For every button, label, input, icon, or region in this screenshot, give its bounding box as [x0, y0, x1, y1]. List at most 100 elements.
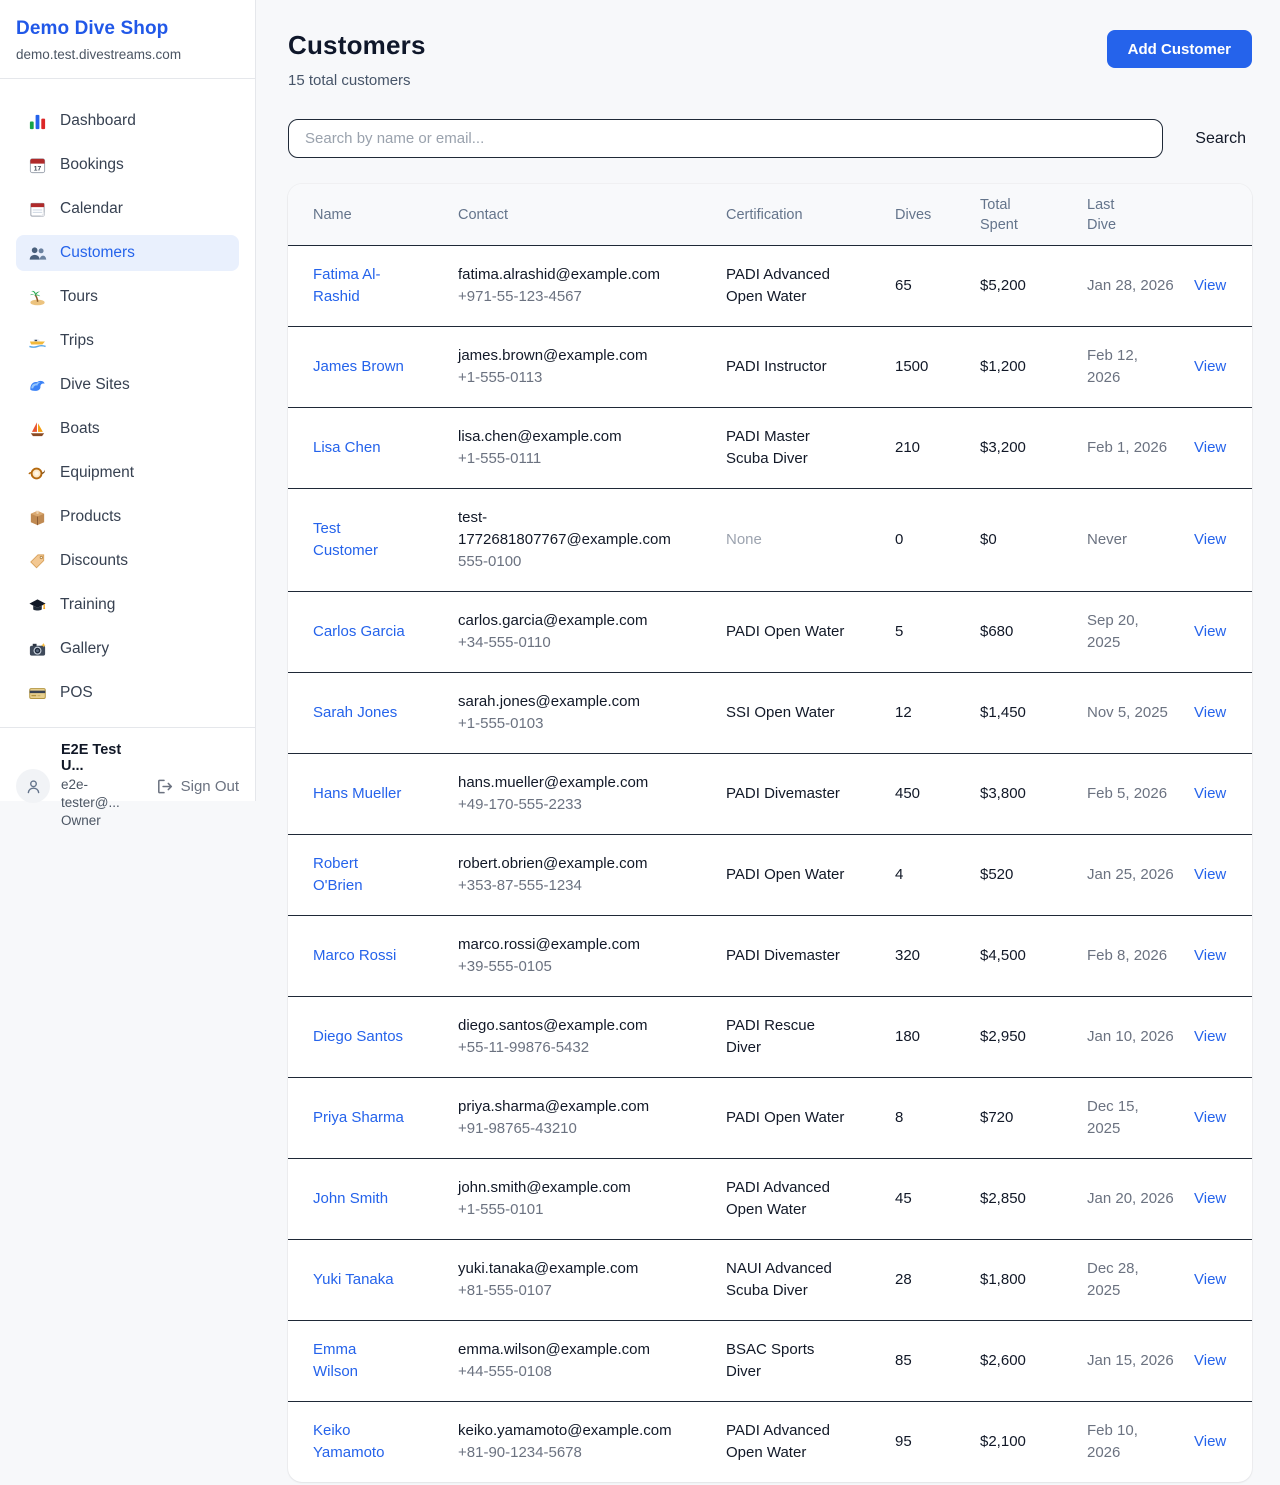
sidebar-nav: Dashboard 17 Bookings Calendar Customers…	[0, 79, 255, 727]
customer-total-spent: $2,600	[980, 1350, 1087, 1372]
customer-name-link[interactable]: Priya Sharma	[313, 1109, 404, 1126]
sidebar-item-trips[interactable]: Trips	[16, 323, 239, 359]
customer-dives: 85	[895, 1350, 980, 1372]
shop-domain: demo.test.divestreams.com	[16, 47, 239, 62]
customer-phone: +49-170-555-2233	[458, 794, 680, 816]
main-content: Customers 15 total customers Add Custome…	[256, 0, 1280, 1482]
customer-dives: 12	[895, 702, 980, 724]
sidebar-item-calendar[interactable]: Calendar	[16, 191, 239, 227]
customer-name-link[interactable]: Fatima Al-Rashid	[313, 266, 381, 305]
customer-name-link[interactable]: Marco Rossi	[313, 947, 396, 964]
view-customer-link[interactable]: View	[1194, 704, 1226, 721]
table-row: Priya Sharma priya.sharma@example.com +9…	[288, 1078, 1252, 1159]
table-row: Yuki Tanaka yuki.tanaka@example.com +81-…	[288, 1240, 1252, 1321]
view-customer-link[interactable]: View	[1194, 947, 1226, 964]
customer-phone: +44-555-0108	[458, 1361, 680, 1383]
search-input[interactable]	[288, 119, 1163, 158]
customer-phone: +34-555-0110	[458, 632, 680, 654]
sidebar-item-pos[interactable]: POS	[16, 675, 239, 711]
customer-name-link[interactable]: Lisa Chen	[313, 439, 381, 456]
customer-name-link[interactable]: Diego Santos	[313, 1028, 403, 1045]
sidebar-item-label: Bookings	[60, 156, 124, 174]
customer-total-spent: $520	[980, 864, 1087, 886]
sidebar-item-customers[interactable]: Customers	[16, 235, 239, 271]
table-row: James Brown james.brown@example.com +1-5…	[288, 327, 1252, 408]
sidebar-item-dashboard[interactable]: Dashboard	[16, 103, 239, 139]
view-customer-link[interactable]: View	[1194, 623, 1226, 640]
sidebar-item-equipment[interactable]: Equipment	[16, 455, 239, 491]
customer-name-link[interactable]: Keiko Yamamoto	[313, 1422, 384, 1461]
search-button[interactable]: Search	[1189, 126, 1252, 152]
tag-icon	[28, 552, 47, 571]
calendar-icon	[28, 200, 47, 219]
sidebar-item-label: Equipment	[60, 464, 134, 482]
customer-name-link[interactable]: Emma Wilson	[313, 1341, 358, 1380]
bookings-calendar-icon: 17	[28, 156, 47, 175]
shop-title: Demo Dive Shop	[16, 18, 239, 40]
view-customer-link[interactable]: View	[1194, 1433, 1226, 1450]
bar-chart-icon	[28, 112, 47, 131]
customer-name-link[interactable]: John Smith	[313, 1190, 388, 1207]
customer-name-link[interactable]: Yuki Tanaka	[313, 1271, 394, 1288]
customer-count: 15 total customers	[288, 72, 426, 89]
customer-certification: PADI Open Water	[726, 1107, 895, 1129]
customer-dives: 45	[895, 1188, 980, 1210]
view-customer-link[interactable]: View	[1194, 1190, 1226, 1207]
sign-out-button[interactable]: Sign Out	[155, 777, 239, 796]
island-icon	[28, 288, 47, 307]
sidebar-item-tours[interactable]: Tours	[16, 279, 239, 315]
customer-last-dive: Feb 10, 2026	[1087, 1420, 1194, 1464]
graduation-cap-icon	[28, 596, 47, 615]
sidebar-item-dive-sites[interactable]: Dive Sites	[16, 367, 239, 403]
customer-name-link[interactable]: Robert O'Brien	[313, 855, 363, 894]
view-customer-link[interactable]: View	[1194, 1109, 1226, 1126]
search-row: Search	[288, 119, 1252, 158]
customer-name-link[interactable]: Test Customer	[313, 520, 378, 559]
sidebar-item-products[interactable]: Products	[16, 499, 239, 535]
sidebar-item-discounts[interactable]: Discounts	[16, 543, 239, 579]
sidebar-item-bookings[interactable]: 17 Bookings	[16, 147, 239, 183]
view-customer-link[interactable]: View	[1194, 277, 1226, 294]
sidebar-item-label: Products	[60, 508, 121, 526]
customer-email: james.brown@example.com	[458, 345, 680, 367]
customer-name-link[interactable]: Hans Mueller	[313, 785, 401, 802]
customer-last-dive: Jan 15, 2026	[1087, 1350, 1194, 1372]
user-role: Owner	[61, 812, 144, 830]
view-customer-link[interactable]: View	[1194, 531, 1226, 548]
customer-total-spent: $720	[980, 1107, 1087, 1129]
view-customer-link[interactable]: View	[1194, 785, 1226, 802]
view-customer-link[interactable]: View	[1194, 358, 1226, 375]
customer-total-spent: $5,200	[980, 275, 1087, 297]
sidebar-item-boats[interactable]: Boats	[16, 411, 239, 447]
customer-total-spent: $3,800	[980, 783, 1087, 805]
view-customer-link[interactable]: View	[1194, 1271, 1226, 1288]
customer-certification: SSI Open Water	[726, 702, 895, 724]
customer-certification: PADI Rescue Diver	[726, 1015, 895, 1059]
customer-total-spent: $680	[980, 621, 1087, 643]
sidebar-item-label: Dive Sites	[60, 376, 130, 394]
table-row: Lisa Chen lisa.chen@example.com +1-555-0…	[288, 408, 1252, 489]
view-customer-link[interactable]: View	[1194, 1028, 1226, 1045]
customer-certification: PADI Master Scuba Diver	[726, 426, 895, 470]
customer-last-dive: Dec 28, 2025	[1087, 1258, 1194, 1302]
customer-phone: +353-87-555-1234	[458, 875, 680, 897]
add-customer-button[interactable]: Add Customer	[1107, 30, 1252, 68]
customer-phone: +81-555-0107	[458, 1280, 680, 1302]
user-name: E2E Test U...	[61, 742, 144, 774]
view-customer-link[interactable]: View	[1194, 439, 1226, 456]
customer-phone: +1-555-0111	[458, 448, 680, 470]
sidebar-item-gallery[interactable]: Gallery	[16, 631, 239, 667]
view-customer-link[interactable]: View	[1194, 1352, 1226, 1369]
customer-email: emma.wilson@example.com	[458, 1339, 680, 1361]
customer-name-link[interactable]: James Brown	[313, 358, 404, 375]
view-customer-link[interactable]: View	[1194, 866, 1226, 883]
table-row: Diego Santos diego.santos@example.com +5…	[288, 997, 1252, 1078]
customer-name-link[interactable]: Carlos Garcia	[313, 623, 405, 640]
sidebar-item-label: Discounts	[60, 552, 128, 570]
sidebar-item-training[interactable]: Training	[16, 587, 239, 623]
table-row: John Smith john.smith@example.com +1-555…	[288, 1159, 1252, 1240]
customer-email: test-1772681807767@example.com	[458, 507, 680, 551]
column-header-name: Name	[313, 205, 458, 225]
customer-name-link[interactable]: Sarah Jones	[313, 704, 397, 721]
customer-dives: 210	[895, 437, 980, 459]
